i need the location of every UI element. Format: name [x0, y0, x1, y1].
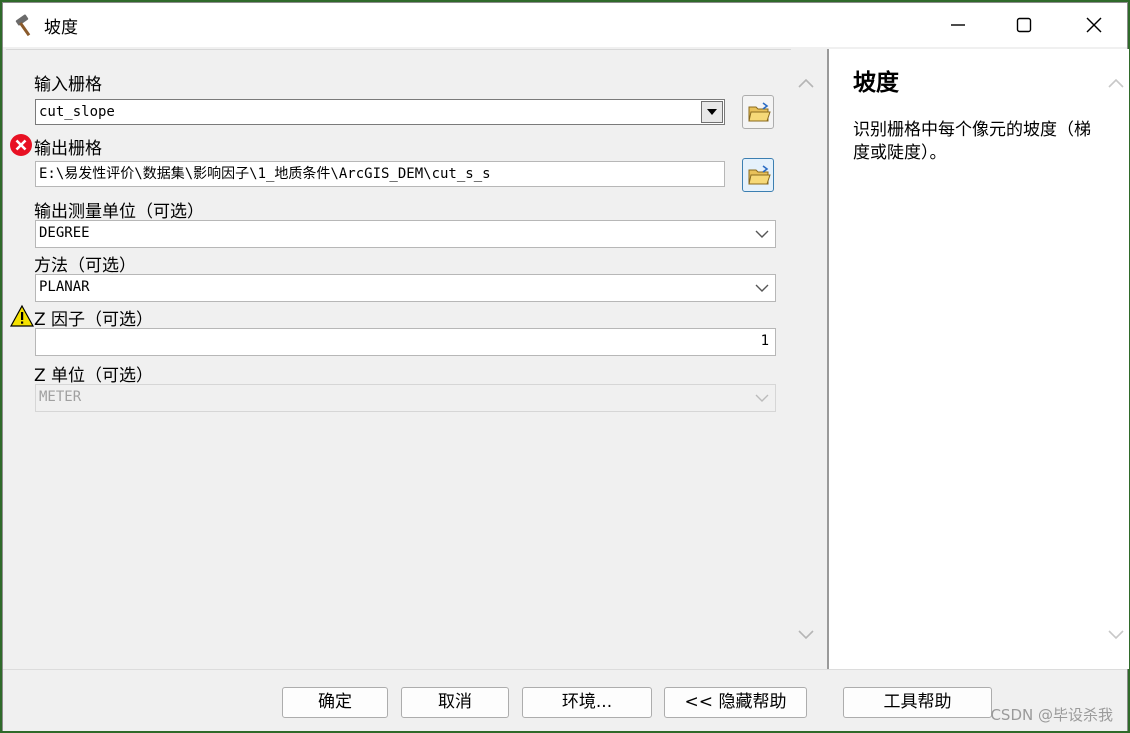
- minimize-icon: [951, 24, 965, 26]
- method-select[interactable]: PLANAR: [35, 274, 776, 302]
- hide-help-button[interactable]: << 隐藏帮助: [664, 687, 807, 718]
- window-title: 坡度: [44, 18, 78, 38]
- z-factor-value: 1: [760, 333, 769, 349]
- minimize-button[interactable]: [925, 3, 991, 47]
- z-unit-value: METER: [39, 389, 82, 405]
- output-raster-input[interactable]: E:\易发性评价\数据集\影响因子\1_地质条件\ArcGIS_DEM\cut_…: [35, 161, 725, 187]
- ok-button[interactable]: 确定: [282, 687, 388, 718]
- input-raster-browse-button[interactable]: [742, 95, 774, 129]
- cancel-button[interactable]: 取消: [401, 687, 509, 718]
- chevron-down-icon[interactable]: [1107, 629, 1125, 641]
- error-icon: [10, 134, 32, 156]
- measurement-value: DEGREE: [39, 225, 90, 241]
- input-raster-combobox[interactable]: cut_slope: [35, 99, 725, 125]
- help-scrollbar[interactable]: [1103, 49, 1129, 669]
- measurement-label: 输出测量单位（可选）: [34, 202, 204, 222]
- z-factor-label: Z 因子（可选）: [34, 310, 154, 330]
- button-bar: 确定 取消 环境... << 隐藏帮助 工具帮助 CSDN @毕设杀我: [3, 669, 1127, 731]
- output-raster-label: 输出栅格: [34, 139, 102, 159]
- chevron-up-icon[interactable]: [1107, 77, 1125, 89]
- close-icon: [1086, 17, 1102, 33]
- chevron-down-icon[interactable]: [797, 629, 815, 641]
- method-label: 方法（可选）: [34, 256, 136, 276]
- watermark: CSDN @毕设杀我: [990, 706, 1113, 724]
- chevron-up-icon[interactable]: [797, 77, 815, 89]
- help-text: 识别栅格中每个像元的坡度（梯度或陡度）。: [853, 120, 1091, 163]
- chevron-down-icon: [755, 230, 769, 238]
- maximize-icon: [1016, 17, 1032, 33]
- parameters-panel: 输入栅格 cut_slope 输出栅格 E:\易发性评价\数据集\影响因子\1_…: [6, 49, 793, 668]
- help-panel: 坡度 识别栅格中每个像元的坡度（梯度或陡度）。: [827, 49, 1103, 669]
- z-unit-select: METER: [35, 384, 776, 412]
- chevron-down-icon: [755, 394, 769, 402]
- chevron-down-icon: [755, 284, 769, 292]
- measurement-select[interactable]: DEGREE: [35, 220, 776, 248]
- input-raster-dropdown-button[interactable]: [701, 101, 723, 123]
- tool-help-button[interactable]: 工具帮助: [843, 687, 992, 718]
- output-raster-browse-button[interactable]: [742, 158, 774, 192]
- title-bar[interactable]: 坡度: [3, 3, 1127, 47]
- z-unit-label: Z 单位（可选）: [34, 366, 154, 386]
- output-raster-value: E:\易发性评价\数据集\影响因子\1_地质条件\ArcGIS_DEM\cut_…: [39, 166, 491, 182]
- hammer-icon: [15, 14, 31, 37]
- close-button[interactable]: [1061, 3, 1127, 47]
- z-factor-input[interactable]: 1: [35, 328, 776, 356]
- folder-open-icon: [748, 165, 771, 185]
- parameters-scrollbar[interactable]: [791, 49, 821, 667]
- warning-icon: [10, 304, 34, 327]
- environments-button[interactable]: 环境...: [522, 687, 652, 718]
- help-title: 坡度: [853, 70, 899, 96]
- triangle-down-icon: [707, 109, 717, 115]
- input-raster-label: 输入栅格: [34, 75, 102, 95]
- maximize-button[interactable]: [991, 3, 1057, 47]
- tool-dialog: 坡度 输入栅格 cut_slope 输出栅格 E:\易发性评价\数据集\影响因子…: [2, 2, 1129, 731]
- input-raster-value: cut_slope: [39, 104, 115, 120]
- method-value: PLANAR: [39, 279, 90, 295]
- folder-open-icon: [748, 102, 771, 122]
